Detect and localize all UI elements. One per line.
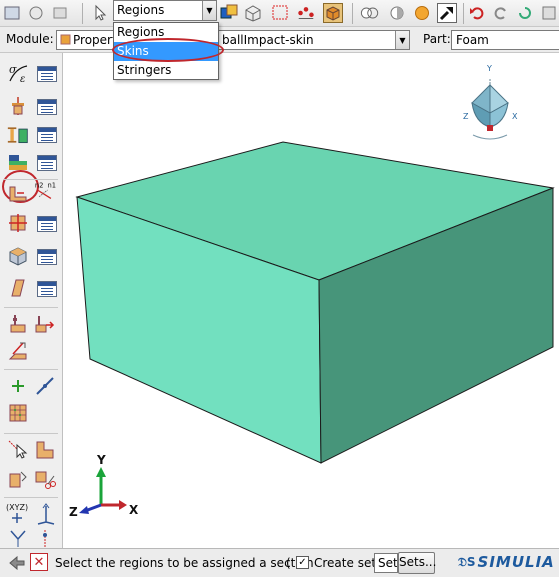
query-icon[interactable] — [26, 3, 46, 23]
drag-select-icon[interactable] — [270, 3, 290, 23]
material-manager-icon[interactable] — [37, 66, 57, 82]
module-icon — [60, 34, 71, 45]
datum-manager-icon[interactable] — [37, 216, 57, 232]
assign-section-icon[interactable] — [7, 124, 29, 146]
cut-geometry-icon[interactable] — [34, 468, 56, 490]
transparency-icon[interactable] — [387, 3, 407, 23]
cycle-view-icon[interactable] — [515, 3, 535, 23]
dropdown-option-stringers[interactable]: Stringers — [114, 61, 218, 80]
model-combo[interactable]: ballImpact-skin ▼ — [217, 30, 410, 50]
prompt-area: ✕ Select the regions to be assigned a se… — [0, 548, 559, 577]
svg-text:n1: n1 — [48, 181, 56, 189]
graphics-viewport[interactable]: Y Z X Y Z X — [63, 53, 559, 548]
prompt-paren: ( — [286, 556, 291, 570]
create-set-checkbox[interactable]: ✓ — [296, 556, 309, 569]
composite-manager-icon[interactable] — [37, 155, 57, 171]
context-bar: Module: Property ballImpact-skin ▼ Part:… — [0, 27, 559, 53]
selection-filter-combo[interactable]: Regions ▼ — [113, 0, 217, 21]
part-value: Foam — [456, 33, 489, 47]
model-value: ballImpact-skin — [222, 33, 314, 47]
chevron-down-icon[interactable]: ▼ — [202, 1, 216, 20]
create-section-icon[interactable] — [7, 95, 29, 117]
create-datum-axis-icon[interactable] — [34, 375, 56, 397]
create-material-icon[interactable]: σε — [7, 62, 29, 84]
simulia-wordmark: SIMULIA — [477, 553, 555, 571]
module-value: Property — [73, 33, 115, 47]
create-datum-point-icon[interactable] — [7, 375, 29, 397]
back-button[interactable] — [7, 553, 27, 573]
ds-logo-icon: 𝔇S — [458, 554, 476, 569]
create-datum-csys-icon[interactable] — [7, 212, 29, 234]
module-label: Module: — [6, 32, 54, 46]
module-combo[interactable]: Property — [56, 30, 116, 50]
cancel-button[interactable]: ✕ — [30, 553, 48, 571]
viewport-canvas: Y Z X Y Z X — [69, 64, 555, 519]
chevron-down-icon[interactable]: ▼ — [395, 31, 409, 49]
create-skin-icon[interactable] — [7, 277, 29, 299]
selection-filter-value: Regions — [117, 3, 165, 17]
undo-icon[interactable] — [467, 3, 487, 23]
view-manipulation-icon[interactable] — [2, 3, 22, 23]
select-faces-icon[interactable] — [243, 3, 263, 23]
prompt-text: Select the regions to be assigned a sect… — [55, 556, 314, 570]
svg-text:ε: ε — [20, 74, 25, 84]
redo-icon[interactable] — [491, 3, 511, 23]
shaded-box-icon[interactable] — [323, 3, 343, 23]
xyz-triad-icon: Y Z X — [69, 453, 139, 519]
nodes-icon[interactable] — [296, 3, 316, 23]
sphere-icon[interactable] — [412, 3, 432, 23]
create-set-label: Create set: — [314, 556, 381, 570]
offset-tools-icon[interactable] — [34, 529, 56, 547]
skin-manager-icon[interactable] — [37, 281, 57, 297]
triad-y-label: Y — [96, 453, 106, 467]
inertia-icon[interactable] — [7, 313, 29, 335]
simulia-logo: 𝔇S SIMULIA — [458, 553, 559, 575]
assignment-manager-icon[interactable] — [37, 127, 57, 143]
assembly-tools-icon[interactable] — [7, 529, 29, 547]
render-icon[interactable] — [360, 3, 380, 23]
partition-face-icon[interactable] — [34, 439, 56, 461]
xyz-datum-icon[interactable]: (XYZ) — [5, 503, 31, 525]
partition-cell-icon[interactable] — [7, 439, 29, 461]
view-cube-x-label: X — [512, 112, 518, 121]
abaqus-cae-window: Regions ▼ Module: Proper ballImpact-skin… — [0, 0, 559, 577]
create-part-icon[interactable] — [7, 245, 29, 267]
view-cube-z-label: Z — [463, 112, 469, 121]
section-manager-icon[interactable] — [37, 99, 57, 115]
svg-text:n2: n2 — [35, 181, 44, 189]
view-cube-y-label: Y — [486, 64, 492, 73]
annotation-highlight-skins — [112, 38, 224, 62]
sets-button[interactable]: Sets... — [398, 552, 436, 574]
view-options-icon[interactable] — [539, 3, 559, 23]
pointer-arrow-icon[interactable] — [90, 3, 110, 23]
svg-text:(XYZ): (XYZ) — [6, 503, 28, 512]
zoom-icon[interactable] — [437, 3, 457, 23]
stringer-icon[interactable] — [7, 340, 29, 362]
triad-x-label: X — [129, 503, 139, 517]
cancel-icon: ✕ — [33, 554, 45, 570]
springs-dashpots-icon[interactable] — [34, 313, 56, 335]
select-box-icon[interactable] — [219, 3, 239, 23]
part-label: Part: — [423, 32, 451, 46]
part-manager-icon[interactable] — [37, 249, 57, 265]
reference-point-icon[interactable] — [35, 503, 57, 525]
part-combo[interactable]: Foam — [451, 30, 559, 50]
property-toolbox: σε n2 n1 (XYZ) — [0, 53, 63, 548]
repair-geometry-icon[interactable] — [7, 468, 29, 490]
view-cube-icon[interactable]: Y Z X — [463, 64, 518, 140]
create-composite-icon[interactable] — [7, 152, 29, 174]
back-arrow-icon — [9, 556, 25, 570]
assign-orientation-icon[interactable] — [7, 183, 29, 205]
render-style-icon[interactable] — [50, 3, 70, 23]
create-datum-plane-icon[interactable] — [7, 402, 29, 424]
set-name-field[interactable]: Set — [374, 553, 398, 573]
top-toolbar: Regions ▼ — [0, 0, 559, 27]
triad-z-label: Z — [69, 505, 78, 519]
assign-normal-icon[interactable]: n2 n1 — [34, 179, 56, 201]
svg-text:σ: σ — [9, 63, 17, 76]
